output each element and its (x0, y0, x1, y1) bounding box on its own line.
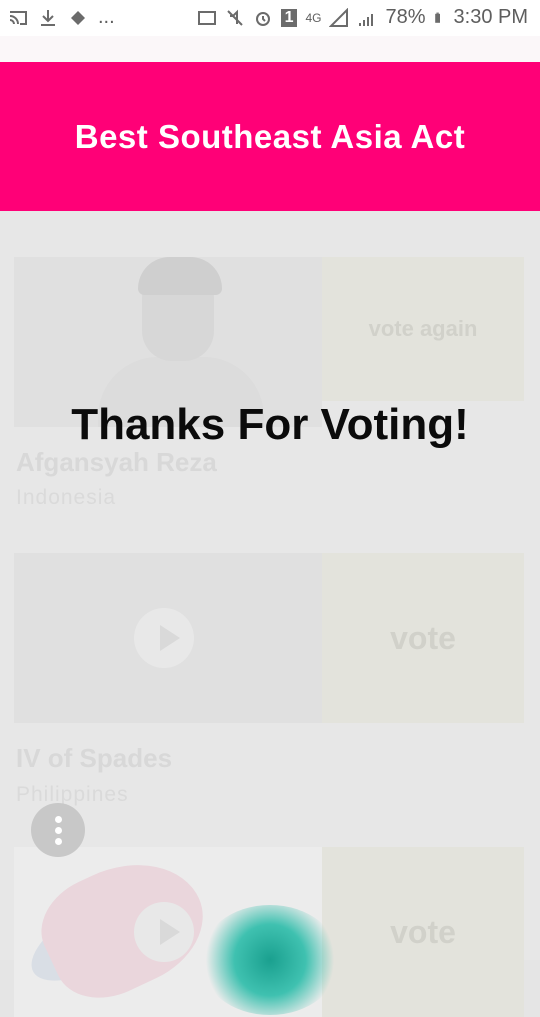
mute-icon (226, 9, 243, 26)
page-header: Best Southeast Asia Act (0, 62, 540, 211)
signal-icon (359, 13, 374, 26)
vote-again-button[interactable]: vote again (322, 257, 524, 401)
vote-again-label: vote again (368, 316, 478, 341)
teal-glow (200, 905, 340, 1015)
vote-button[interactable]: vote (322, 847, 524, 1017)
thanks-message: Thanks For Voting! (71, 400, 469, 449)
page-title: Best Southeast Asia Act (74, 117, 466, 155)
play-icon[interactable] (160, 625, 180, 651)
menu-dots-icon[interactable] (31, 803, 85, 857)
vote-label: vote (390, 619, 456, 656)
status-bar-right: 1 4G 78% 3:30 PM (197, 6, 528, 29)
sim-indicator: 1 (280, 8, 298, 27)
diamond-icon (71, 10, 85, 25)
video-thumbnail[interactable] (14, 553, 322, 723)
artist-name: Afgansyah Reza (16, 447, 217, 477)
clock: 3:30 PM (453, 6, 528, 28)
signal-icon (329, 7, 349, 27)
artist-name: IV of Spades (16, 743, 173, 773)
battery-icon (434, 12, 440, 23)
status-bar-spacer (0, 36, 540, 62)
dot (54, 837, 62, 845)
status-more: ... (98, 6, 115, 28)
play-icon[interactable] (160, 919, 180, 945)
status-bar: ... 1 4G 78% 3:30 PM (0, 0, 540, 36)
artist-country: Indonesia (16, 486, 117, 509)
download-icon (41, 9, 55, 26)
vote-button[interactable]: vote (322, 553, 524, 723)
status-bar-left: ... (8, 6, 115, 29)
nominee-list: vote again Afgansyah Reza Indonesia vote… (0, 211, 540, 1017)
cast-icon (197, 10, 216, 25)
cast-icon (9, 10, 27, 25)
battery-percent: 78% (385, 6, 426, 28)
vote-label: vote (390, 913, 456, 950)
network-type: 4G (305, 10, 322, 25)
artist-country: Philippines (16, 783, 129, 806)
dot (54, 815, 62, 823)
person-hair (138, 257, 222, 295)
alarm-icon (255, 11, 270, 26)
dot (54, 826, 62, 834)
